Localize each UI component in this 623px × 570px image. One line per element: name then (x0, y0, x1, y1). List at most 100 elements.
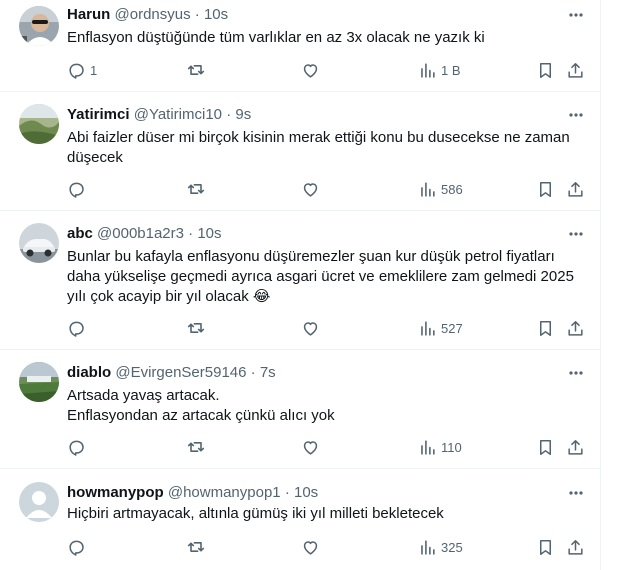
tweet-header: diablo @EvirgenSer59146 · 7s (67, 364, 276, 382)
tweet-card[interactable]: Harun @ordnsyus · 10s Enflasyon düştüğün… (0, 0, 601, 92)
avatar[interactable] (19, 362, 59, 402)
tweet-text: Artsada yavaş artacak. Enflasyondan az a… (67, 386, 587, 426)
avatar[interactable] (19, 223, 59, 263)
reply-icon (69, 182, 84, 198)
views-icon (421, 320, 435, 336)
views-button[interactable]: 325 (418, 536, 463, 558)
tweet-text-line: Enflasyondan az artacak çünkü alıcı yok (67, 407, 335, 424)
more-dots-icon[interactable] (564, 484, 588, 502)
retweet-icon (187, 323, 205, 333)
view-count: 527 (441, 320, 463, 336)
tweet-card[interactable]: howmanypop @howmanypop1 · 10s Hiçbiri ar… (0, 469, 601, 570)
timestamp[interactable]: 7s (260, 364, 276, 381)
timestamp[interactable]: 10s (204, 6, 228, 23)
author-handle[interactable]: @ordnsyus (115, 6, 191, 23)
more-dots-icon[interactable] (564, 364, 588, 382)
reply-feed: Harun @ordnsyus · 10s Enflasyon düştüğün… (0, 0, 601, 570)
views-button[interactable]: 586 (418, 178, 463, 200)
avatar[interactable] (19, 482, 59, 522)
bookmark-button[interactable] (536, 436, 555, 458)
timestamp[interactable]: 10s (294, 484, 318, 501)
author-handle[interactable]: @000b1a2r3 (97, 225, 184, 242)
tweet-text: Hiçbiri artmayacak, altınla gümüş iki yı… (67, 504, 587, 524)
share-icon (568, 539, 583, 555)
reply-button[interactable] (67, 317, 90, 339)
share-icon (568, 181, 583, 197)
reply-count: 1 (90, 62, 98, 78)
avatar[interactable] (19, 104, 59, 144)
like-icon (303, 182, 318, 197)
tweet-text-line: Artsada yavaş artacak. (67, 387, 220, 404)
reply-button[interactable] (67, 536, 90, 558)
like-button[interactable] (301, 178, 324, 200)
views-button[interactable]: 110 (418, 436, 462, 458)
views-button[interactable]: 1 B (418, 59, 461, 81)
tweet-header: howmanypop @howmanypop1 · 10s (67, 484, 318, 502)
retweet-button[interactable] (186, 59, 210, 81)
share-icon (568, 439, 583, 455)
author-name[interactable]: Yatirimci (67, 106, 130, 123)
share-button[interactable] (566, 436, 585, 458)
tweet-text: Bunlar bu kafayla enflasyonu düşüremezle… (67, 247, 587, 307)
reply-icon (69, 540, 84, 556)
tweet-card[interactable]: Yatirimci @Yatirimci10 · 9s Abi faizler … (0, 92, 601, 211)
tweet-header: Yatirimci @Yatirimci10 · 9s (67, 106, 251, 124)
author-handle[interactable]: @howmanypop1 (168, 484, 281, 501)
reply-icon (69, 63, 84, 79)
like-button[interactable] (301, 436, 324, 458)
tweet-header: abc @000b1a2r3 · 10s (67, 225, 222, 243)
tweet-card[interactable]: diablo @EvirgenSer59146 · 7s Artsada yav… (0, 350, 601, 469)
like-button[interactable] (301, 317, 324, 339)
separator-dot: · (284, 484, 290, 501)
reply-icon (69, 440, 84, 456)
avatar[interactable] (19, 6, 59, 46)
retweet-button[interactable] (186, 536, 210, 558)
like-icon (303, 440, 318, 455)
tweet-header: Harun @ordnsyus · 10s (67, 6, 228, 24)
action-bar: 1 1 B (0, 59, 601, 81)
bookmark-button[interactable] (536, 59, 555, 81)
view-count: 1 B (441, 62, 461, 78)
timestamp[interactable]: 9s (235, 106, 251, 123)
views-button[interactable]: 527 (418, 317, 463, 339)
tweet-card[interactable]: abc @000b1a2r3 · 10s Bunlar bu kafayla e… (0, 211, 601, 350)
views-icon (421, 439, 435, 455)
author-name[interactable]: howmanypop (67, 484, 164, 501)
more-dots-icon[interactable] (564, 6, 588, 24)
author-name[interactable]: diablo (67, 364, 111, 381)
views-icon (421, 539, 435, 555)
more-dots-icon[interactable] (564, 106, 588, 124)
share-button[interactable] (566, 59, 585, 81)
timestamp[interactable]: 10s (197, 225, 221, 242)
bookmark-button[interactable] (536, 317, 555, 339)
reply-button[interactable]: 1 (67, 59, 97, 81)
bookmark-icon (539, 62, 552, 78)
author-name[interactable]: abc (67, 225, 93, 242)
author-handle[interactable]: @EvirgenSer59146 (115, 364, 246, 381)
reply-button[interactable] (67, 436, 90, 458)
reply-button[interactable] (67, 178, 90, 200)
like-button[interactable] (301, 59, 324, 81)
author-handle[interactable]: @Yatirimci10 (134, 106, 222, 123)
bookmark-button[interactable] (536, 536, 555, 558)
tweet-text: Enflasyon düştüğünde tüm varlıklar en az… (67, 28, 587, 48)
share-button[interactable] (566, 317, 585, 339)
separator-dot: · (194, 6, 200, 23)
retweet-button[interactable] (186, 178, 210, 200)
author-name[interactable]: Harun (67, 6, 110, 23)
bookmark-button[interactable] (536, 178, 555, 200)
retweet-button[interactable] (186, 436, 210, 458)
retweet-button[interactable] (186, 317, 210, 339)
like-button[interactable] (301, 536, 324, 558)
share-button[interactable] (566, 178, 585, 200)
bookmark-icon (539, 181, 552, 197)
tweet-text-line: düşecek (67, 149, 123, 166)
action-bar: 586 (0, 178, 601, 200)
views-icon (421, 181, 435, 197)
separator-dot: · (250, 364, 256, 381)
share-button[interactable] (566, 536, 585, 558)
bookmark-icon (539, 539, 552, 555)
tweet-text-line: Hiçbiri artmayacak, altınla gümüş iki yı… (67, 505, 444, 522)
more-dots-icon[interactable] (564, 225, 588, 243)
views-icon (421, 62, 435, 78)
